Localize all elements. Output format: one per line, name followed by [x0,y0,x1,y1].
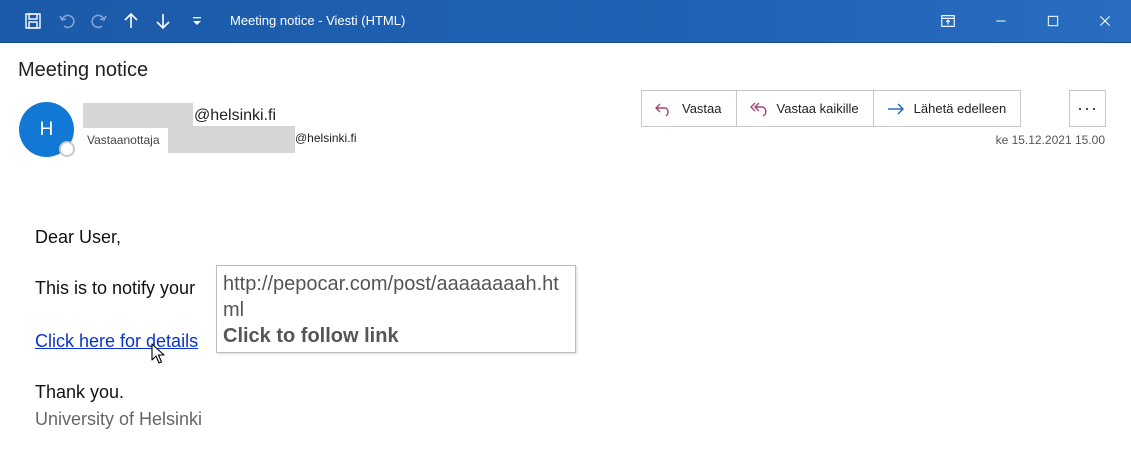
arrow-down-icon[interactable] [148,6,178,36]
details-link[interactable]: Click here for details [35,331,198,352]
redacted-sender-name [83,103,193,128]
body-thanks: Thank you. [35,382,125,402]
forward-icon [887,103,904,114]
reply-button[interactable]: Vastaa [642,91,737,126]
message-actions: Vastaa Vastaa kaikille Lähetä edelleen [641,90,1022,127]
minimize-icon[interactable] [981,6,1021,36]
sender-address[interactable]: @helsinki.fi [194,107,276,125]
close-icon[interactable] [1085,6,1125,36]
body-signature: University of Helsinki [35,409,203,429]
save-icon[interactable] [18,6,48,36]
presence-status-icon [59,141,75,157]
mouse-cursor-icon [151,343,165,364]
maximize-icon[interactable] [1033,6,1073,36]
more-icon: ··· [1077,98,1098,118]
more-actions-button[interactable]: ··· [1069,90,1106,127]
message-subject: Meeting notice [18,59,149,81]
reply-label: Vastaa [682,101,722,116]
window-title: Meeting notice - Viesti (HTML) [230,13,406,28]
recipient-label: Vastaanottaja [87,133,160,147]
redacted-recipient-name [168,126,295,153]
avatar-initial: H [39,118,54,140]
arrow-up-icon[interactable] [116,6,146,36]
forward-label: Lähetä edelleen [913,101,1007,116]
title-bar: Meeting notice - Viesti (HTML) [0,0,1131,43]
link-tooltip: http://pepocar.com/post/aaaaaaaah.html C… [216,265,576,353]
tooltip-url: http://pepocar.com/post/aaaaaaaah.html [223,273,559,321]
message-date: ke 15.12.2021 15.00 [995,133,1105,147]
reply-icon [655,103,669,117]
forward-button[interactable]: Lähetä edelleen [874,91,1021,126]
recipient-address[interactable]: @helsinki.fi [295,131,357,145]
body-greeting: Dear User, [35,227,122,247]
reply-all-button[interactable]: Vastaa kaikille [737,91,874,126]
redo-icon[interactable] [84,6,114,36]
ribbon-display-icon[interactable] [928,6,968,36]
body-notify-text: This is to notify your [35,278,196,298]
tooltip-hint: Click to follow link [223,325,399,347]
quick-access-dropdown-icon[interactable] [182,6,212,36]
reply-all-icon [749,102,766,117]
undo-icon[interactable] [52,6,82,36]
reply-all-label: Vastaa kaikille [776,101,859,116]
